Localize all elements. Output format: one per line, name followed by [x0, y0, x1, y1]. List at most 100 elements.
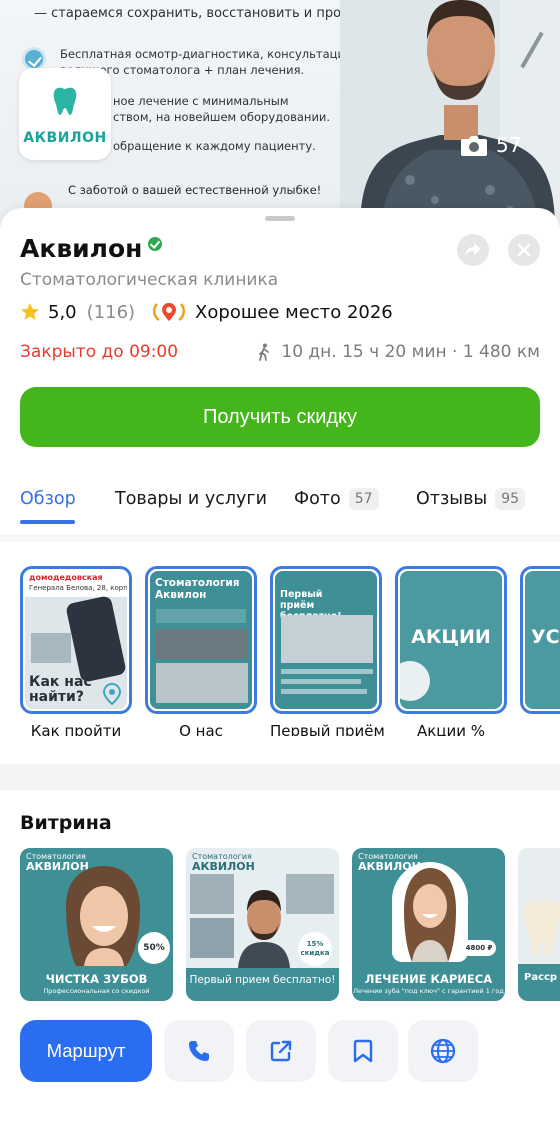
route-button[interactable]: Маршрут — [20, 1020, 152, 1082]
tab-label: Фото — [294, 489, 341, 509]
story-first-visit[interactable]: Первый приём бесплатно! — [270, 566, 382, 714]
story-overlay-text: Как нас найти? — [29, 674, 92, 705]
open-link-button[interactable] — [246, 1020, 316, 1082]
hero-bullet-text: ное лечение с минимальным — [113, 94, 289, 108]
story-label: У — [520, 722, 560, 736]
story-services[interactable]: УС — [520, 566, 560, 714]
team-photo — [281, 615, 373, 663]
story-address: Генерала Белова, 28, корп. 2 — [29, 584, 127, 592]
external-link-icon — [270, 1040, 292, 1062]
photo-count-badge[interactable]: 57 — [460, 130, 521, 160]
tab-reviews[interactable]: Отзывы 95 — [416, 486, 526, 512]
tooth-icon — [53, 87, 77, 115]
discount-badge: 15% скидка — [298, 932, 332, 966]
clinic-photo — [286, 874, 334, 914]
showcase-card-caries[interactable]: Стоматология АКВИЛОН 4800 ₽ ЛЕЧЕНИЕ КАРИ… — [352, 848, 505, 1001]
verified-icon — [148, 236, 163, 251]
award-laurel-icon — [153, 303, 186, 322]
card-brand: Стоматология АКВИЛОН — [192, 852, 255, 873]
hero-bullet-text: ством, на новейшем оборудовании. — [113, 110, 331, 124]
smiling-woman-image — [404, 868, 456, 962]
call-button[interactable] — [164, 1020, 234, 1082]
distance-text: 10 дн. 15 ч 20 мин · 1 480 км — [281, 342, 540, 362]
tab-count: 57 — [348, 488, 379, 510]
bookmark-button[interactable] — [328, 1020, 398, 1082]
tab-goods-services[interactable]: Товары и услуги — [115, 486, 267, 512]
tab-bar: Обзор Товары и услуги Фото 57 Отзывы 95 — [20, 486, 560, 526]
award-text: Хорошее место 2026 — [195, 301, 393, 323]
rating-count: (116) — [86, 301, 136, 323]
showcase-title: Витрина — [20, 812, 112, 834]
metro-station: домодедовская — [29, 573, 103, 582]
tab-photos[interactable]: Фото 57 — [294, 486, 379, 512]
discount-badge: 50% — [138, 932, 170, 964]
action-bar: Маршрут — [20, 1020, 560, 1082]
story-how-to-get[interactable]: домодедовская Генерала Белова, 28, корп.… — [20, 566, 132, 714]
hero-bullet-text: Бесплатная осмотр-диагностика, консульта… — [60, 47, 352, 61]
price-badge: 4800 ₽ — [462, 940, 496, 956]
globe-icon — [430, 1038, 456, 1064]
route-distance[interactable]: 10 дн. 15 ч 20 мин · 1 480 км — [257, 342, 540, 362]
doctor-photo — [340, 0, 560, 230]
tab-count: 95 — [495, 488, 526, 510]
title-row: Аквилон — [20, 234, 163, 263]
place-title: Аквилон — [20, 234, 143, 263]
stories-carousel[interactable]: домодедовская Генерала Белова, 28, корп.… — [20, 566, 560, 736]
tab-overview[interactable]: Обзор — [20, 486, 76, 512]
phone-icon — [189, 1041, 209, 1061]
place-card-sheet: Аквилон Стоматологическая клиника 5,0 (1… — [0, 208, 560, 1140]
status-row: Закрыто до 09:00 10 дн. 15 ч 20 мин · 1 … — [20, 342, 540, 364]
hero-bullet-text: обращение к каждому пациенту. — [113, 139, 316, 153]
section-divider — [0, 534, 560, 542]
active-tab-indicator — [20, 520, 75, 524]
card-subcaption: Профессиональная со скидкой — [43, 987, 150, 995]
story-overlay-text: УС — [531, 626, 560, 648]
card-caption: ЛЕЧЕНИЕ КАРИЕСА — [364, 972, 493, 986]
website-button[interactable] — [408, 1020, 478, 1082]
story-label: Как пройти — [30, 722, 122, 736]
card-subcaption: Лечение зуба "под ключ" с гарантией 1 го… — [353, 987, 504, 995]
story-label: О нас — [179, 722, 223, 736]
rating-row[interactable]: 5,0 (116) Хорошее место 2026 — [20, 300, 393, 324]
tab-label: Отзывы — [416, 489, 488, 509]
section-divider — [0, 764, 560, 790]
hero-caption: С заботой о вашей естественной улыбке! — [68, 183, 322, 197]
showcase-card-cleaning[interactable]: Стоматология АКВИЛОН 50% ЧИСТКА ЗУБОВ Пр… — [20, 848, 173, 1001]
clinic-facade-image — [156, 629, 248, 659]
share-button[interactable] — [457, 234, 489, 266]
share-icon — [465, 243, 481, 257]
story-overlay-text: Стоматология Аквилон — [155, 577, 240, 601]
story-promotions[interactable]: АКЦИИ — [395, 566, 507, 714]
camera-icon — [461, 136, 487, 156]
phone-map-image — [65, 595, 127, 683]
close-button[interactable] — [508, 234, 540, 266]
clinic-photo — [190, 874, 234, 914]
smiling-woman-image — [66, 866, 140, 966]
story-overlay-text: АКЦИИ — [411, 626, 491, 648]
story-label: Акции % — [416, 722, 486, 736]
story-label: Первый приём — [270, 722, 385, 736]
showcase-carousel[interactable]: Стоматология АКВИЛОН 50% ЧИСТКА ЗУБОВ Пр… — [20, 848, 560, 1004]
tab-label: Обзор — [20, 489, 76, 509]
clinic-logo: АКВИЛОН — [19, 68, 111, 160]
showcase-card-installment[interactable]: Расср — [518, 848, 560, 1001]
photo-count: 57 — [496, 133, 522, 157]
place-category: Стоматологическая клиника — [20, 270, 279, 290]
clinic-interior-image — [156, 663, 248, 703]
clinic-photo — [190, 918, 234, 958]
sheet-grabber[interactable] — [265, 216, 295, 221]
bookmark-icon — [353, 1039, 373, 1063]
rating-value: 5,0 — [48, 301, 77, 323]
tab-label: Товары и услуги — [115, 489, 267, 509]
walking-icon — [259, 343, 270, 361]
get-discount-button[interactable]: Получить скидку — [20, 387, 540, 447]
map-pin-icon — [103, 683, 121, 705]
showcase-card-first-visit[interactable]: Стоматология АКВИЛОН 15% скидка Первый п… — [186, 848, 339, 1001]
star-icon — [21, 303, 39, 320]
card-caption: Расср — [524, 972, 558, 983]
story-about[interactable]: Стоматология Аквилон — [145, 566, 257, 714]
hero-banner[interactable]: — стараемся сохранить, восстановить и пр… — [0, 0, 560, 230]
doctor-portrait-image — [238, 890, 290, 968]
logo-text: АКВИЛОН — [23, 130, 107, 146]
card-caption: Первый прием бесплатно! — [189, 974, 336, 986]
